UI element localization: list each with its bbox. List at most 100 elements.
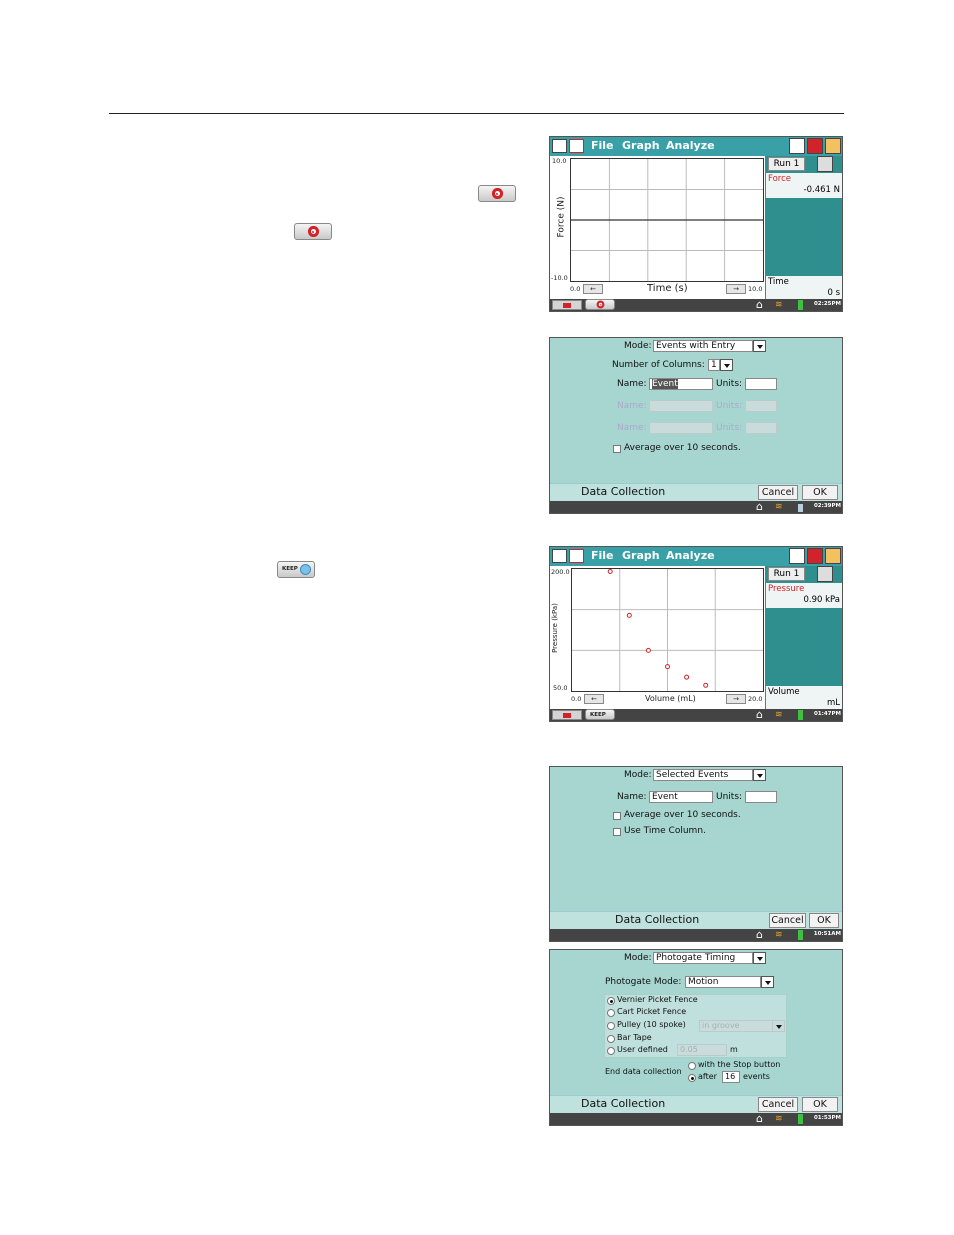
option-bartape-radio[interactable] bbox=[607, 1035, 615, 1043]
tool-icon[interactable] bbox=[825, 548, 841, 564]
end-after-radio[interactable] bbox=[688, 1074, 696, 1082]
scroll-right-button[interactable]: → bbox=[726, 284, 746, 294]
cancel-button[interactable]: Cancel bbox=[758, 485, 798, 500]
cancel-button[interactable]: Cancel bbox=[758, 1097, 798, 1112]
list-icon[interactable] bbox=[807, 138, 823, 154]
meter-value: -0.461 N bbox=[803, 185, 840, 195]
plot-area[interactable] bbox=[571, 568, 764, 692]
force-plot-svg bbox=[571, 159, 763, 281]
collect-button[interactable] bbox=[585, 299, 615, 310]
battery-icon bbox=[798, 300, 803, 310]
stop-button[interactable] bbox=[552, 710, 582, 720]
events-label: events bbox=[743, 1072, 770, 1081]
chevron-down-icon[interactable] bbox=[761, 976, 774, 988]
menu-file[interactable]: File bbox=[591, 549, 614, 562]
chevron-down-icon[interactable] bbox=[753, 769, 766, 781]
dialog-title: Data Collection bbox=[615, 913, 700, 926]
home-icon[interactable]: ⌂ bbox=[756, 1113, 763, 1125]
plot-area[interactable] bbox=[570, 158, 764, 282]
graph-area[interactable]: 10.0 -10.0 Force (N) 0.0 ← Time (s) → 10… bbox=[550, 156, 765, 301]
volume-meter[interactable]: Volume mL bbox=[766, 686, 842, 711]
name-input[interactable]: Event bbox=[649, 791, 713, 803]
dialog-footer: Data Collection Cancel OK bbox=[550, 483, 842, 501]
name-input[interactable]: Event bbox=[649, 378, 713, 390]
columns-select[interactable]: 1 bbox=[708, 359, 720, 371]
chevron-down-icon[interactable] bbox=[753, 340, 766, 352]
option-userdefined-radio[interactable] bbox=[607, 1047, 615, 1055]
chevron-down-icon[interactable] bbox=[720, 359, 733, 371]
photogate-mode-select[interactable]: Motion bbox=[685, 976, 761, 988]
name2-label: Name: bbox=[617, 401, 647, 411]
screen-photogate-timing: Mode: Photogate Timing Photogate Mode: M… bbox=[549, 949, 843, 1126]
option-vernier-radio[interactable] bbox=[607, 997, 615, 1005]
units-input[interactable] bbox=[745, 378, 777, 390]
average-checkbox[interactable] bbox=[613, 445, 621, 453]
home-icon[interactable]: ⌂ bbox=[756, 709, 763, 721]
ok-button[interactable]: OK bbox=[802, 485, 838, 500]
run-button[interactable]: Run 1 bbox=[768, 567, 805, 581]
chevron-down-icon[interactable] bbox=[753, 952, 766, 964]
tool-icon[interactable] bbox=[825, 138, 841, 154]
taskbar: ⌂ ≋ 02:25PM bbox=[550, 299, 842, 311]
end-after-label: after bbox=[698, 1072, 717, 1081]
table-icon[interactable] bbox=[789, 548, 805, 564]
force-meter[interactable]: Force -0.461 N bbox=[766, 173, 842, 198]
cancel-button[interactable]: Cancel bbox=[769, 913, 806, 928]
graph-icon[interactable] bbox=[569, 549, 584, 563]
meter-panel: Run 1 Pressure 0.90 kPa Volume mL bbox=[765, 566, 842, 711]
data-set-icon[interactable] bbox=[817, 156, 833, 172]
wifi-icon: ≋ bbox=[775, 1114, 783, 1124]
meter-icon[interactable] bbox=[552, 139, 567, 153]
average-checkbox[interactable] bbox=[613, 812, 621, 820]
option-pulley-radio[interactable] bbox=[607, 1022, 615, 1030]
screen-events-with-entry: Mode: Events with Entry Number of Column… bbox=[549, 337, 843, 514]
units2-label: Units: bbox=[716, 401, 743, 411]
data-point bbox=[684, 674, 690, 680]
mode-select[interactable]: Selected Events bbox=[653, 769, 753, 781]
x-max-label: 20.0 bbox=[748, 695, 763, 703]
menu-file[interactable]: File bbox=[591, 139, 614, 152]
graph-icon[interactable] bbox=[569, 139, 584, 153]
run-button[interactable]: Run 1 bbox=[768, 157, 805, 171]
userdefined-unit: m bbox=[730, 1045, 738, 1054]
data-set-icon[interactable] bbox=[817, 566, 833, 582]
keep-button[interactable]: KEEP bbox=[585, 709, 615, 720]
name3-label: Name: bbox=[617, 423, 647, 433]
home-icon[interactable]: ⌂ bbox=[756, 299, 763, 311]
ok-button[interactable]: OK bbox=[809, 913, 839, 928]
chevron-down-icon bbox=[772, 1020, 785, 1032]
home-icon[interactable]: ⌂ bbox=[756, 501, 763, 513]
dialog-title: Data Collection bbox=[581, 1097, 666, 1110]
y-max-label: 200.0 bbox=[551, 568, 570, 576]
y-axis-label: Force (N) bbox=[556, 196, 567, 238]
stop-button[interactable] bbox=[552, 300, 582, 310]
list-icon[interactable] bbox=[807, 548, 823, 564]
pressure-meter[interactable]: Pressure 0.90 kPa bbox=[766, 583, 842, 608]
record-icon bbox=[491, 188, 503, 199]
home-icon[interactable]: ⌂ bbox=[756, 929, 763, 941]
x-max-label: 10.0 bbox=[748, 285, 763, 293]
events-count-input[interactable]: 16 bbox=[722, 1071, 740, 1083]
mode-select[interactable]: Events with Entry bbox=[653, 340, 753, 352]
menu-analyze[interactable]: Analyze bbox=[666, 139, 715, 152]
data-point bbox=[703, 682, 709, 688]
menu-graph[interactable]: Graph bbox=[622, 139, 660, 152]
time-meter[interactable]: Time 0 s bbox=[766, 276, 842, 301]
end-stop-radio[interactable] bbox=[688, 1062, 696, 1070]
ok-button[interactable]: OK bbox=[802, 1097, 838, 1112]
graph-area[interactable]: 200.0 50.0 Pressure (kPa) 0.0 ← Volume (… bbox=[550, 566, 765, 711]
menu-graph[interactable]: Graph bbox=[622, 549, 660, 562]
units-input[interactable] bbox=[745, 791, 777, 803]
scroll-left-button[interactable]: ← bbox=[584, 694, 604, 704]
meter-label: Pressure bbox=[768, 584, 805, 594]
dialog-footer: Data Collection Cancel OK bbox=[550, 1095, 842, 1113]
table-icon[interactable] bbox=[789, 138, 805, 154]
meter-icon[interactable] bbox=[552, 549, 567, 563]
time-column-checkbox[interactable] bbox=[613, 828, 621, 836]
menu-analyze[interactable]: Analyze bbox=[666, 549, 715, 562]
scroll-right-button[interactable]: → bbox=[726, 694, 746, 704]
mode-select[interactable]: Photogate Timing bbox=[653, 952, 753, 964]
option-cart-radio[interactable] bbox=[607, 1009, 615, 1017]
scroll-left-button[interactable]: ← bbox=[583, 284, 603, 294]
y-max-label: 10.0 bbox=[552, 157, 567, 165]
